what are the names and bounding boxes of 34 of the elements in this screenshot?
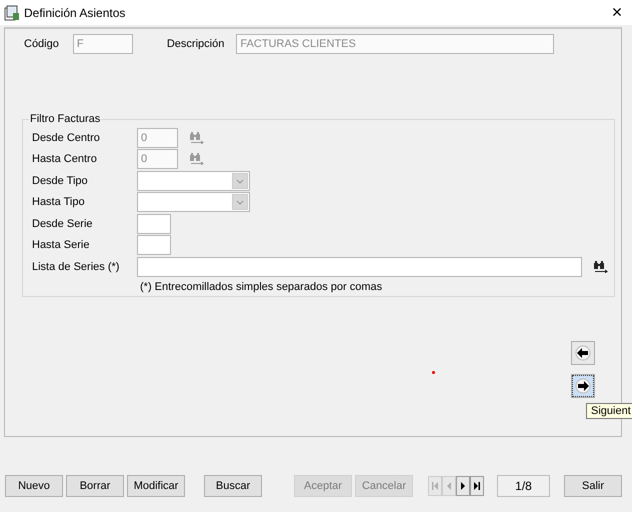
field-label: Lista de Series (*) xyxy=(32,260,120,273)
field-label: Hasta Tipo xyxy=(32,196,86,208)
field-label: Código xyxy=(24,38,59,50)
field-label: Hasta Centro xyxy=(32,153,98,166)
field-label: Desde Serie xyxy=(32,218,94,230)
input-field[interactable] xyxy=(137,235,171,256)
skip-icon xyxy=(431,481,439,491)
field-label: Desde Centro xyxy=(32,132,101,144)
input-field[interactable] xyxy=(137,256,582,277)
dot-mark xyxy=(432,371,435,374)
push-button[interactable]: Nuevo xyxy=(5,475,63,497)
field-label: Desde Tipo xyxy=(32,174,89,187)
last-record-button[interactable] xyxy=(470,476,484,496)
next-record-button[interactable] xyxy=(456,476,470,496)
binoculars-icon[interactable] xyxy=(593,260,609,273)
app-icon xyxy=(4,4,20,20)
field-label: Hasta Serie xyxy=(32,239,90,252)
push-button[interactable]: Borrar xyxy=(66,475,124,497)
close-button[interactable]: × xyxy=(602,2,632,23)
dropdown[interactable] xyxy=(137,170,250,191)
group-title: Filtro Facturas xyxy=(29,113,102,125)
exit-button[interactable]: Salir xyxy=(564,475,622,497)
dropdown[interactable] xyxy=(137,192,250,212)
window-title: Definición Asientos xyxy=(24,6,126,20)
tooltip: Siguient xyxy=(586,403,632,419)
field-label: Descripción xyxy=(166,38,224,50)
previous-button[interactable] xyxy=(571,341,595,365)
record-counter: 1/8 xyxy=(497,475,550,497)
skip-icon xyxy=(473,481,481,491)
push-button[interactable]: Buscar xyxy=(204,475,262,497)
push-button[interactable]: Modificar xyxy=(127,475,185,497)
note-text: (*) Entrecomillados simples separados por comas xyxy=(140,280,384,292)
input-field[interactable] xyxy=(137,214,171,234)
next-button[interactable] xyxy=(571,374,595,398)
